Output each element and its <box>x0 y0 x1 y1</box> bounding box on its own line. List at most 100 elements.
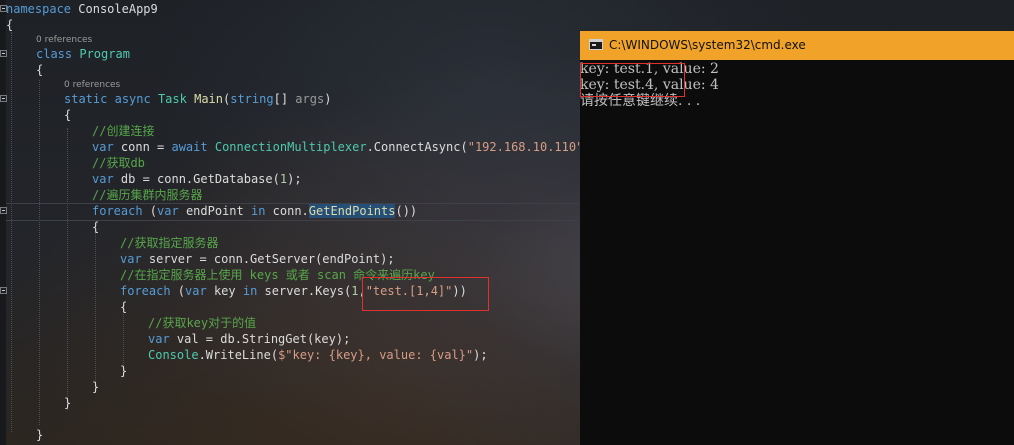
brace: } <box>64 396 72 410</box>
call-close: ); <box>473 348 488 362</box>
await-keyword: await <box>171 140 208 154</box>
code-line-brace: { <box>120 299 127 315</box>
code-line-brace: } <box>36 427 43 443</box>
console-output-line: 请按任意键继续. . . <box>580 93 701 109</box>
get-end-points-selection[interactable]: GetEndPoints <box>308 204 396 218</box>
console-icon <box>589 39 603 50</box>
code-line-namespace: namespace ConsoleApp9 <box>6 1 158 17</box>
indent-guide <box>95 232 96 392</box>
code-line-connect: var conn = await ConnectionMultiplexer.C… <box>92 139 598 155</box>
editor-margin <box>0 0 6 445</box>
code-lens-references[interactable]: 0 references <box>36 34 92 46</box>
main-method-name: Main <box>194 92 223 106</box>
var-keyword: var <box>92 140 114 154</box>
comment-iterate: //遍历集群内服务器 <box>92 188 203 202</box>
connection-string: "192.168.10.110" <box>467 140 584 154</box>
comment-getvalue: //获取key对于的值 <box>148 316 257 330</box>
var-keyword: var <box>92 172 114 186</box>
code-line-brace: { <box>64 107 71 123</box>
interpolated-string: $"key: {key}, value: {val}" <box>278 348 474 362</box>
console-output-line: key: test.1, value: 2 <box>580 61 719 77</box>
conn-assign: conn = <box>113 140 172 154</box>
brace: { <box>36 63 44 77</box>
paren: ( <box>142 204 158 218</box>
class-name: Program <box>79 47 130 61</box>
code-line-getserver: var server = conn.GetServer(endPoint); <box>120 251 395 267</box>
val-assign: val = db.StringGet(key); <box>169 332 351 346</box>
keys-pattern-string: "test.[1,4]" <box>365 284 453 298</box>
code-line-comment: //在指定服务器上使用 keys 或者 scan 命令来遍历key <box>120 267 435 283</box>
collapse-toggle-main[interactable] <box>0 95 7 102</box>
comment-connect: //创建连接 <box>92 124 155 138</box>
indent-guide <box>11 32 12 432</box>
conn-reference: conn. <box>265 204 309 218</box>
brace: } <box>120 364 128 378</box>
code-line-comment: //创建连接 <box>92 123 154 139</box>
indent-guide <box>39 80 40 425</box>
brace: { <box>6 18 14 32</box>
code-line-brace: } <box>92 379 99 395</box>
cmd-title-bar[interactable]: C:\WINDOWS\system32\cmd.exe <box>580 31 1014 60</box>
db-index-number: 1 <box>279 172 288 186</box>
class-keyword: class <box>36 47 73 61</box>
code-line-brace: { <box>6 17 13 33</box>
code-line-writeline: Console.WriteLine($"key: {key}, value: {… <box>148 347 488 363</box>
call-close: ); <box>287 172 302 186</box>
code-line-comment: //获取指定服务器 <box>120 235 218 251</box>
var-keyword: var <box>120 252 142 266</box>
cmd-window-title: C:\WINDOWS\system32\cmd.exe <box>609 38 806 52</box>
async-keyword: async <box>114 92 151 106</box>
foreach-keyword: foreach <box>120 284 171 298</box>
code-line-brace: { <box>36 62 43 78</box>
array-brackets: [] <box>273 92 296 106</box>
task-type: Task <box>157 92 187 106</box>
comment-keys: //在指定服务器上使用 keys 或者 scan 命令来遍历key <box>120 268 435 282</box>
key-variable: key <box>206 284 243 298</box>
code-line-main: static async Task Main(string[] args) <box>64 91 331 107</box>
var-keyword: var <box>157 204 179 218</box>
code-line-brace: } <box>64 395 71 411</box>
writeline-call: .WriteLine( <box>198 348 279 362</box>
code-line-brace: { <box>92 219 99 235</box>
foreach-keyword: foreach <box>92 204 143 218</box>
brace: } <box>92 380 100 394</box>
code-line-stringget: var val = db.StringGet(key); <box>148 331 350 347</box>
namespace-name: ConsoleApp9 <box>78 2 158 16</box>
static-keyword: static <box>64 92 108 106</box>
string-keyword: string <box>230 92 274 106</box>
comma: , <box>358 284 366 298</box>
args-parameter: args <box>295 92 325 106</box>
brace: { <box>64 108 72 122</box>
var-keyword: var <box>185 284 207 298</box>
indent-guide <box>67 128 68 410</box>
brace: { <box>92 220 100 234</box>
endpoint-variable: endPoint <box>178 204 251 218</box>
console-output-line: key: test.4, value: 4 <box>580 77 719 93</box>
connect-async-call: .ConnectAsync( <box>366 140 468 154</box>
code-lens-references[interactable]: 0 references <box>64 79 120 91</box>
server-assign: server = conn.GetServer(endPoint); <box>141 252 395 266</box>
collapse-toggle-foreach-keys[interactable] <box>0 287 7 294</box>
code-line-foreach-keys: foreach (var key in server.Keys(1,"test.… <box>120 283 467 299</box>
comment-getdb: //获取db <box>92 156 145 170</box>
server-keys-call: server.Keys( <box>257 284 352 298</box>
code-line-comment: //获取db <box>92 155 145 171</box>
namespace-keyword: namespace <box>6 2 72 16</box>
code-line-getdb: var db = conn.GetDatabase(1); <box>92 171 302 187</box>
paren: ()) <box>395 204 418 218</box>
comment-getserver: //获取指定服务器 <box>120 236 219 250</box>
in-keyword: in <box>242 284 258 298</box>
console-type: Console <box>148 348 199 362</box>
brace: { <box>120 300 128 314</box>
code-line-foreach-endpoints: foreach (var endPoint in conn.GetEndPoin… <box>92 203 417 219</box>
connection-multiplexer-type: ConnectionMultiplexer <box>214 140 367 154</box>
collapse-toggle-class[interactable] <box>0 50 7 57</box>
console-output[interactable]: key: test.1, value: 2 key: test.4, value… <box>580 60 1014 445</box>
paren: ) <box>324 92 332 106</box>
db-assign: db = conn.GetDatabase( <box>113 172 280 186</box>
code-line-class: class Program <box>36 46 130 62</box>
var-keyword: var <box>148 332 170 346</box>
brace: } <box>36 428 44 442</box>
cmd-window[interactable]: C:\WINDOWS\system32\cmd.exe key: test.1,… <box>580 31 1014 445</box>
code-line-comment: //遍历集群内服务器 <box>92 187 202 203</box>
